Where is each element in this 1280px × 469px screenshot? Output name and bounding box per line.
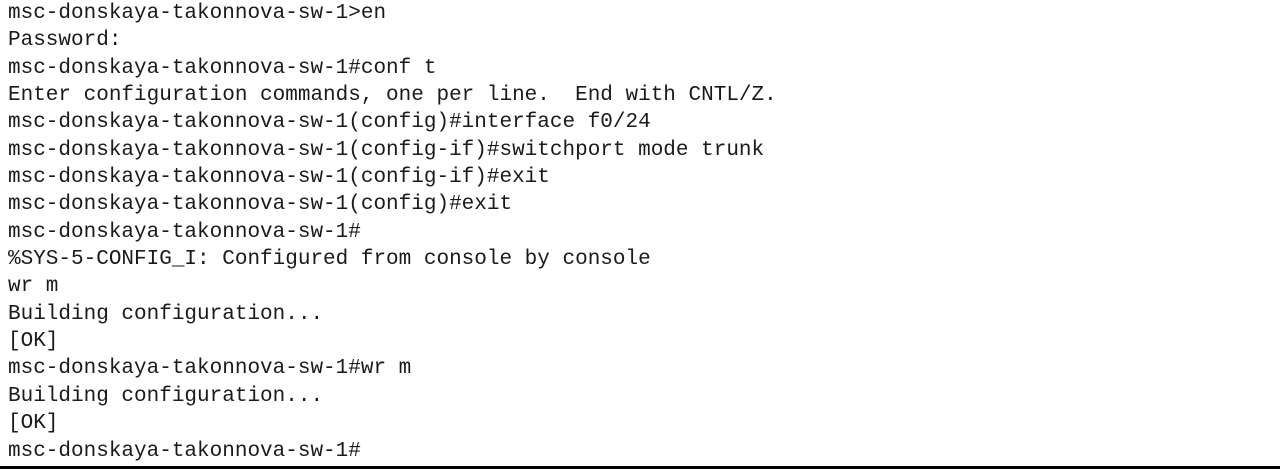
terminal-line: %SYS-5-CONFIG_I: Configured from console… [8,248,651,272]
terminal-window[interactable]: msc-donskaya-takonnova-sw-1>en Password:… [0,0,1280,469]
terminal-line: wr m [8,275,59,299]
terminal-line: [OK] [8,412,59,436]
terminal-line: msc-donskaya-takonnova-sw-1(config-if)#s… [8,138,765,162]
terminal-line: msc-donskaya-takonnova-sw-1#conf t [8,56,437,80]
terminal-line: msc-donskaya-takonnova-sw-1(config)#exit [8,193,513,217]
terminal-prompt-line[interactable]: msc-donskaya-takonnova-sw-1# [8,438,1273,465]
terminal-line: msc-donskaya-takonnova-sw-1(config-if)#e… [8,166,550,190]
terminal-line: msc-donskaya-takonnova-sw-1(config)#inte… [8,111,651,135]
terminal-line: msc-donskaya-takonnova-sw-1# [8,220,361,244]
terminal-line: msc-donskaya-takonnova-sw-1#wr m [8,357,412,381]
terminal-line: Enter configuration commands, one per li… [8,84,777,108]
terminal-line: Building configuration... [8,384,324,408]
terminal-line: [OK] [8,330,59,354]
terminal-line: Password: [8,29,122,53]
terminal-line: Building configuration... [8,302,324,326]
terminal-output: msc-donskaya-takonnova-sw-1>en Password:… [8,0,1273,465]
terminal-line: msc-donskaya-takonnova-sw-1>en [8,2,387,25]
